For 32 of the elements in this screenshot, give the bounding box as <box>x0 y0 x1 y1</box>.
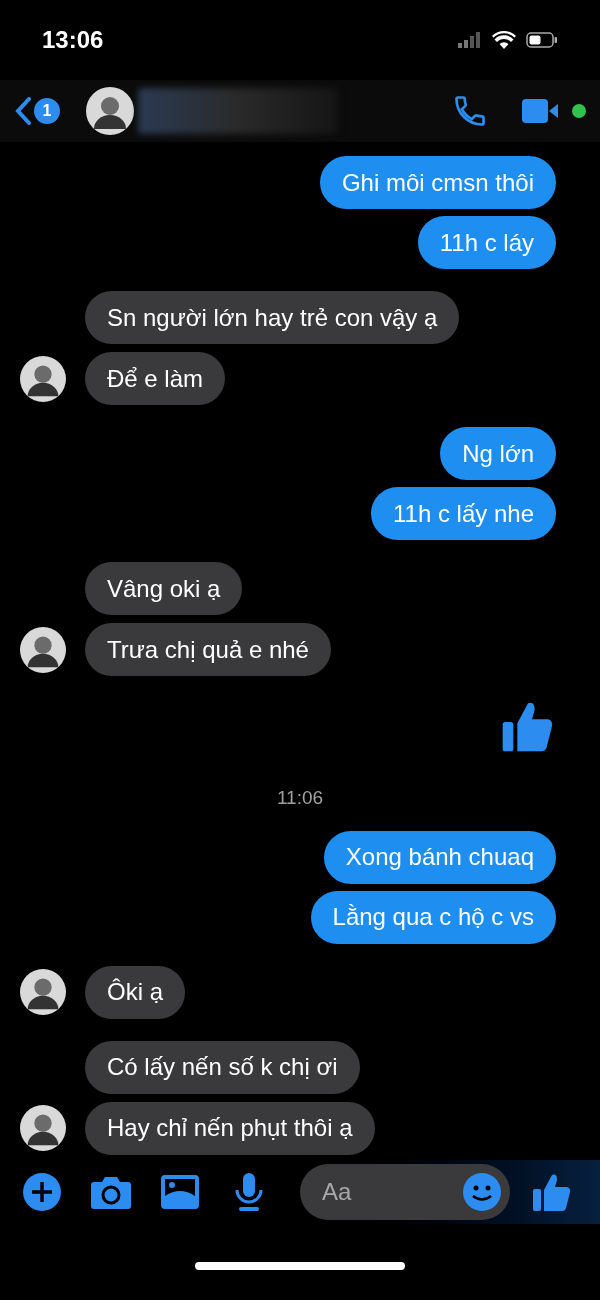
battery-icon <box>526 32 558 48</box>
avatar[interactable] <box>20 355 66 402</box>
back-icon[interactable] <box>14 97 32 125</box>
status-time: 13:06 <box>42 25 104 55</box>
message-field[interactable]: Aa <box>300 1164 510 1220</box>
message-bubble: Ghi môi cmsn thôi <box>319 156 556 209</box>
message-bubble: Xong bánh chuaq <box>323 830 556 884</box>
image-icon[interactable] <box>160 1174 200 1210</box>
emoji-icon[interactable] <box>462 1172 502 1212</box>
signal-icon <box>458 32 482 48</box>
message-bubble: Lằng qua c hộ c vs <box>310 890 556 944</box>
phone-icon[interactable] <box>452 93 488 129</box>
unread-badge: 1 <box>34 98 60 124</box>
message-bubble: Trưa chị quả e nhé <box>85 623 331 676</box>
microphone-icon[interactable] <box>234 1172 264 1212</box>
avatar[interactable] <box>20 626 66 673</box>
add-icon[interactable] <box>22 1172 62 1212</box>
message-bubble: 11h c lấy nhe <box>371 487 556 540</box>
camera-icon[interactable] <box>90 1174 132 1210</box>
avatar[interactable] <box>20 1105 66 1151</box>
message-bubble: Ng lớn <box>440 427 556 480</box>
message-bubble: Hay chỉ nến phụt thôi ạ <box>85 1101 375 1155</box>
wifi-icon <box>492 31 516 49</box>
message-bubble: 11h c láy <box>417 216 556 269</box>
message-bubble: Sn người lớn hay trẻ con vậy ạ <box>85 291 460 344</box>
avatar[interactable] <box>20 969 66 1015</box>
avatar[interactable] <box>86 87 134 135</box>
message-bubble: Có lấy nến số k chị ơi <box>85 1040 360 1094</box>
message-bubble: Vâng oki ạ <box>85 562 243 615</box>
message-timestamp: 11:06 <box>276 786 324 810</box>
message-bubble: Để e làm <box>85 352 226 405</box>
message-bubble: Ôki ạ <box>85 965 185 1019</box>
